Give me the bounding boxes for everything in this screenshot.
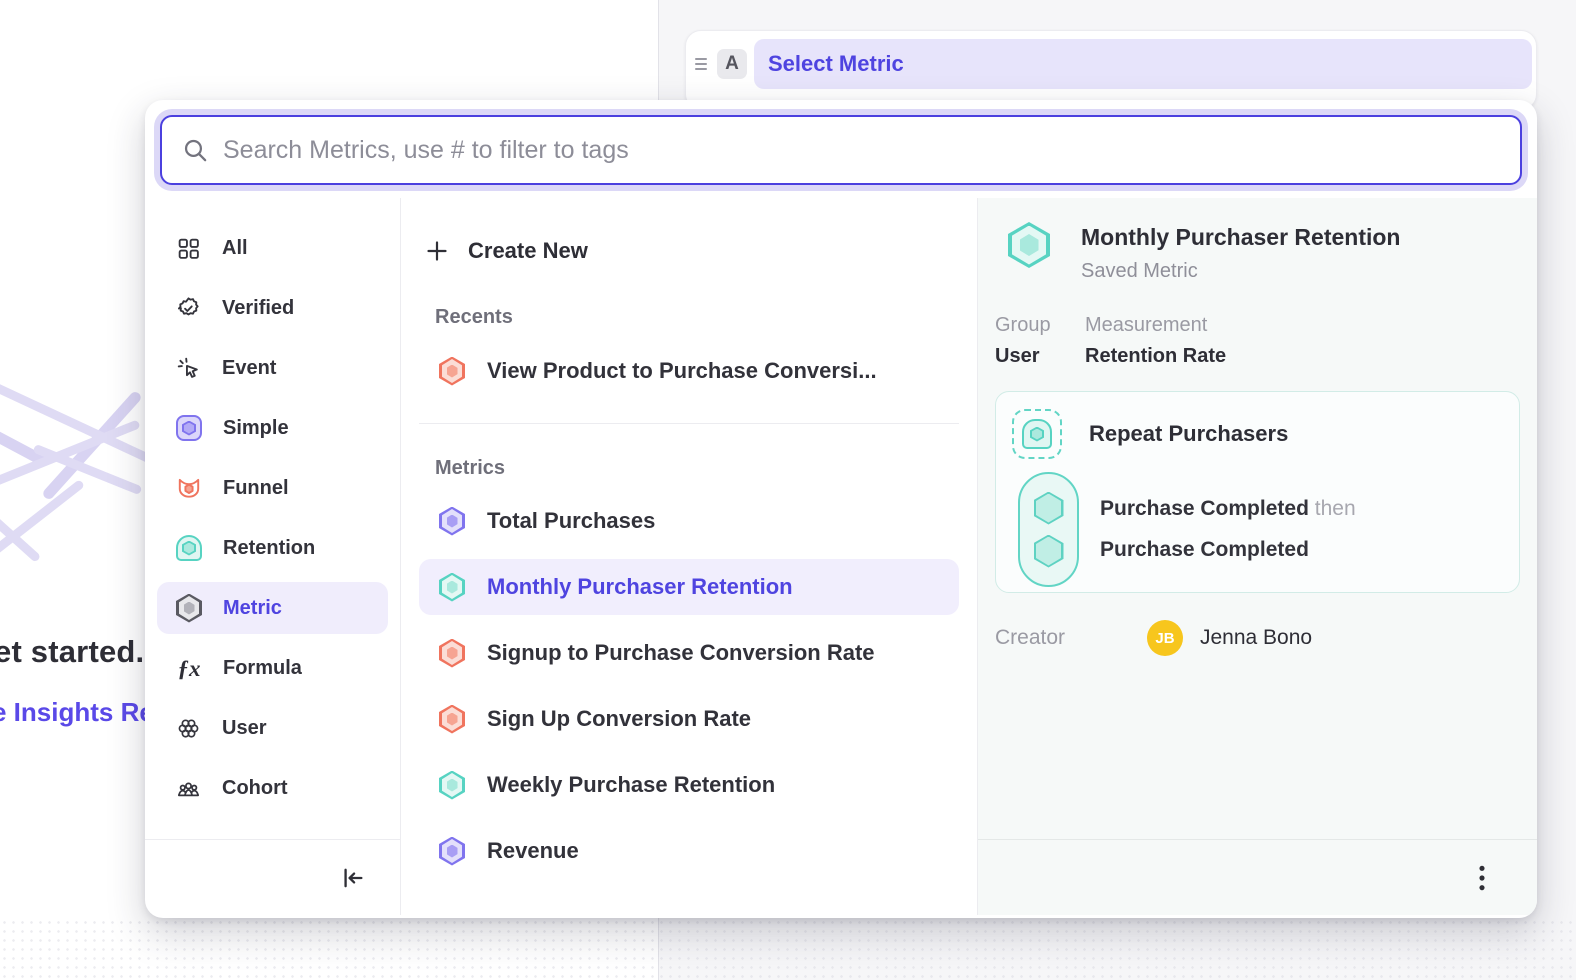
- definition-card: Repeat Purchasers Purchase Completed the…: [995, 391, 1520, 593]
- sidebar-item-user[interactable]: User: [157, 702, 388, 754]
- avatar: JB: [1147, 620, 1183, 656]
- event-hexagon-icon: [1034, 535, 1064, 568]
- group-value: User: [995, 345, 1085, 368]
- step-connector: then: [1315, 497, 1356, 520]
- sidebar-item-cohort[interactable]: Cohort: [157, 762, 388, 814]
- metric-hexagon-icon: [439, 573, 465, 602]
- select-metric-button[interactable]: Select Metric: [754, 39, 1532, 89]
- filter-sidebar: All Verified Event: [145, 198, 401, 915]
- metric-hexagon-icon: [439, 771, 465, 800]
- event-hexagon-icon: [1034, 492, 1064, 525]
- sidebar-item-label: Metric: [223, 597, 282, 620]
- metric-row-card: A Select Metric: [685, 30, 1537, 110]
- definition-title: Repeat Purchasers: [1089, 421, 1288, 447]
- create-new-button[interactable]: Create New: [419, 227, 959, 275]
- funnel-hexagon-icon: [439, 357, 465, 386]
- step-2: Purchase Completed: [1100, 538, 1356, 562]
- detail-subtitle: Saved Metric: [1081, 260, 1400, 283]
- metric-icon: [176, 594, 202, 623]
- drag-handle-icon[interactable]: [695, 58, 711, 70]
- sidebar-item-label: User: [222, 717, 266, 740]
- metric-list-item[interactable]: Total Purchases: [419, 493, 959, 549]
- metric-picker-modal: All Verified Event: [145, 100, 1537, 918]
- sidebar-item-verified[interactable]: Verified: [157, 282, 388, 334]
- cohort-icon: [176, 776, 201, 801]
- sidebar-item-label: Formula: [223, 657, 302, 680]
- recent-item[interactable]: View Product to Purchase Conversi...: [419, 343, 959, 399]
- metric-list-item[interactable]: Sign Up Conversion Rate: [419, 691, 959, 747]
- sidebar-item-formula[interactable]: ƒx Formula: [157, 642, 388, 694]
- metric-hexagon-icon: [439, 507, 465, 536]
- metric-hexagon-icon: [439, 639, 465, 668]
- creator-label: Creator: [995, 626, 1147, 650]
- creator-name: Jenna Bono: [1200, 626, 1312, 650]
- select-metric-label: Select Metric: [768, 51, 904, 77]
- formula-icon: ƒx: [176, 657, 202, 680]
- collapse-sidebar-icon[interactable]: [338, 864, 366, 892]
- retention-steps-capsule: [1018, 472, 1079, 587]
- grid-icon: [176, 236, 201, 261]
- group-label: Group: [995, 314, 1085, 337]
- metric-list-item[interactable]: Weekly Purchase Retention: [419, 757, 959, 813]
- sidebar-item-all[interactable]: All: [157, 222, 388, 274]
- user-icon: [176, 716, 201, 741]
- sidebar-item-label: Cohort: [222, 777, 288, 800]
- metric-detail-panel: Monthly Purchaser Retention Saved Metric…: [978, 198, 1537, 915]
- screen: et started. e Insights Re A Select Metri…: [0, 0, 1576, 980]
- metric-list-column: Create New Recents View Product to Purch…: [401, 198, 978, 915]
- create-new-label: Create New: [468, 238, 588, 264]
- background-dot-pattern: [0, 918, 1576, 980]
- sidebar-item-label: Event: [222, 357, 276, 380]
- metric-hexagon-icon: [1008, 222, 1050, 268]
- plus-icon: [425, 239, 449, 263]
- metrics-section-label: Metrics: [419, 457, 959, 480]
- measurement-label: Measurement: [1085, 314, 1226, 337]
- sidebar-item-label: Retention: [223, 537, 315, 560]
- recent-item-label: View Product to Purchase Conversi...: [487, 358, 877, 384]
- row-letter-badge[interactable]: A: [717, 49, 747, 79]
- section-divider: [419, 423, 959, 424]
- sidebar-item-label: Simple: [223, 417, 289, 440]
- metric-hexagon-icon: [439, 705, 465, 734]
- step-1: Purchase Completed then: [1100, 497, 1356, 521]
- sidebar-item-label: All: [222, 237, 248, 260]
- background-link-fragment[interactable]: e Insights Re: [0, 697, 154, 728]
- measurement-value: Retention Rate: [1085, 345, 1226, 368]
- background-illustration: [0, 340, 150, 600]
- sidebar-item-simple[interactable]: Simple: [157, 402, 388, 454]
- retention-icon: [176, 535, 202, 561]
- sidebar-item-event[interactable]: Event: [157, 342, 388, 394]
- sidebar-item-retention[interactable]: Retention: [157, 522, 388, 574]
- verified-icon: [176, 296, 201, 321]
- search-icon: [182, 137, 209, 164]
- metric-hexagon-icon: [439, 837, 465, 866]
- search-box: [160, 115, 1522, 185]
- event-icon: [176, 356, 201, 381]
- sidebar-item-funnel[interactable]: Funnel: [157, 462, 388, 514]
- background-headline-fragment: et started.: [0, 634, 144, 670]
- kebab-menu-icon[interactable]: [1469, 863, 1495, 893]
- sidebar-item-metric[interactable]: Metric: [157, 582, 388, 634]
- detail-title: Monthly Purchaser Retention: [1081, 222, 1400, 251]
- sidebar-item-label: Verified: [222, 297, 294, 320]
- simple-icon: [176, 415, 202, 441]
- creator-row: Creator JB Jenna Bono: [995, 620, 1520, 656]
- funnel-icon: [176, 475, 202, 501]
- metric-list-item[interactable]: Signup to Purchase Conversion Rate: [419, 625, 959, 681]
- retention-definition-icon: [1012, 409, 1062, 459]
- metric-list-item-selected[interactable]: Monthly Purchaser Retention: [419, 559, 959, 615]
- sidebar-item-label: Funnel: [223, 477, 289, 500]
- recents-section-label: Recents: [419, 306, 959, 329]
- metric-list-item[interactable]: Revenue: [419, 823, 959, 879]
- search-input[interactable]: [223, 117, 1520, 183]
